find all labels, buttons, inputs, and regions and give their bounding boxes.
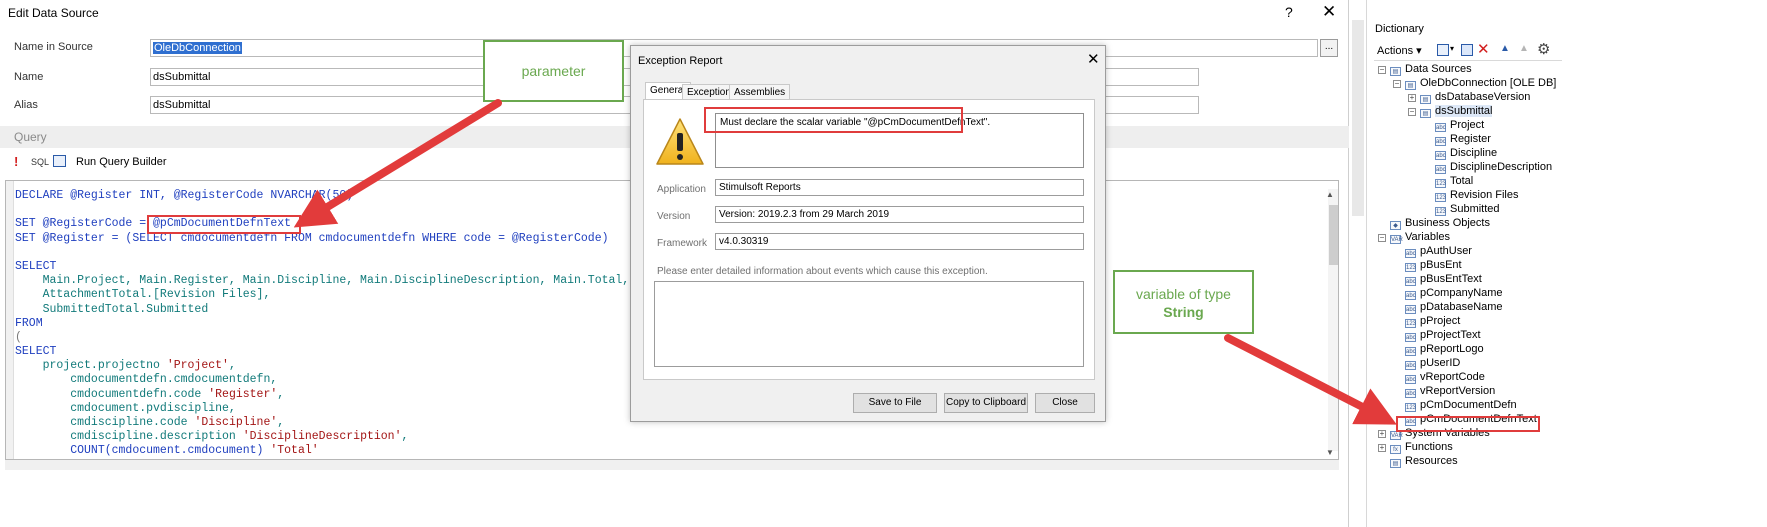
- annotation-arrows: [293, 99, 1397, 425]
- parameter-arrow: [293, 99, 502, 228]
- variable-arrow: [1224, 334, 1397, 425]
